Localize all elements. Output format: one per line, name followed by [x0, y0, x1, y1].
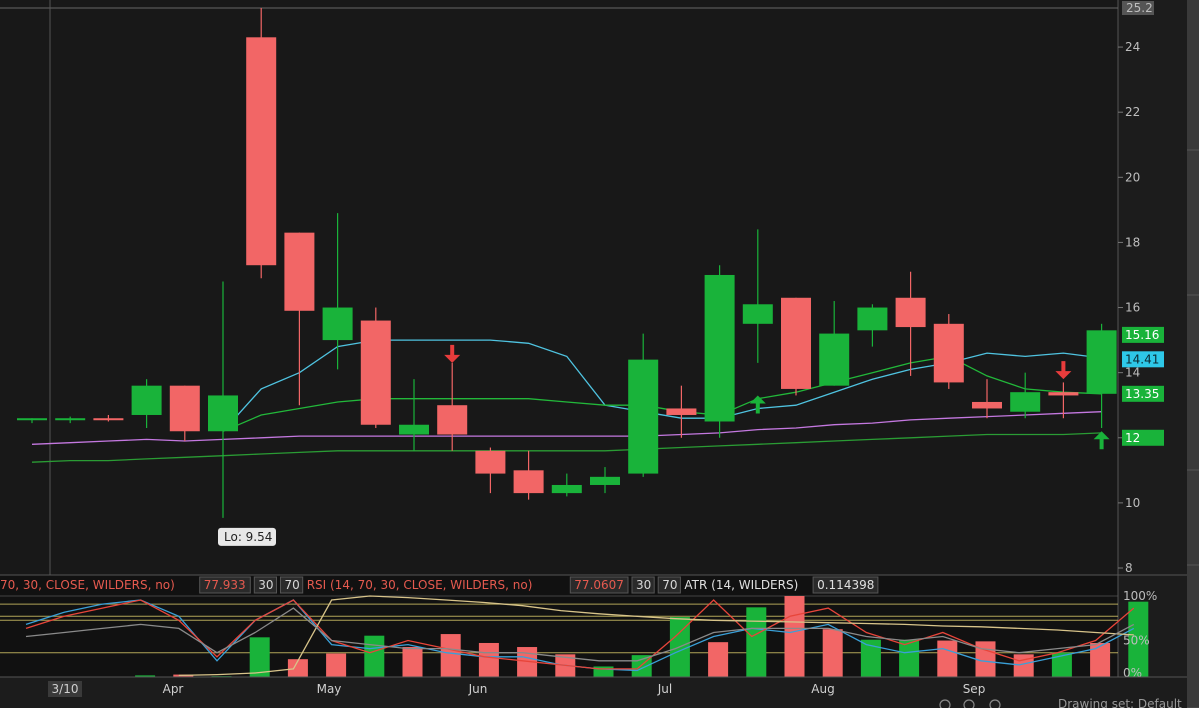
atr-bar [249, 637, 270, 677]
candle-body [246, 37, 277, 266]
atr-bar [402, 647, 423, 677]
price-tick-label: 20 [1125, 170, 1140, 184]
atr-bar [708, 642, 729, 677]
candle-body [399, 424, 429, 435]
top-price-label: 25.2 [1126, 1, 1153, 15]
price-tick-label: 18 [1125, 235, 1140, 249]
month-tick-label: Apr [163, 682, 184, 696]
atr-bar [1090, 642, 1111, 677]
price-tick-label: 24 [1125, 40, 1140, 54]
price-tick-label: 10 [1125, 496, 1140, 510]
candle-body [819, 333, 850, 386]
candle-body [55, 418, 86, 421]
candle-body [513, 470, 544, 494]
month-tick-label: Jun [468, 682, 488, 696]
candle [704, 265, 735, 438]
chart-window: 8 10 12 14 16 18 20 22 24 25.2 Lo: 9.54 15.16 14.41 1… [0, 0, 1199, 708]
candle-body [781, 297, 811, 389]
price-tick-label: 14 [1125, 366, 1140, 380]
candle-body [208, 395, 238, 432]
candle-body [742, 304, 773, 324]
candle-body [1086, 330, 1117, 394]
atr-bar [899, 639, 920, 677]
candle-body [628, 359, 659, 474]
price-tick-label: 8 [1125, 561, 1133, 575]
candle [246, 8, 277, 279]
atr-bar [784, 596, 805, 677]
study-label: 70 [662, 578, 677, 592]
candle-body [322, 307, 353, 341]
candle-body [933, 323, 964, 383]
price-badge-label: 15.16 [1125, 328, 1159, 342]
lower-axis-label: 50% [1123, 634, 1150, 648]
candle-body [895, 297, 926, 328]
study-label: 70 [285, 578, 300, 592]
candle-body [93, 418, 124, 421]
candle-body [551, 484, 582, 494]
month-tick-label: Jul [657, 682, 672, 696]
low-marker-label: Lo: 9.54 [224, 530, 272, 544]
study-label: 70, 30, CLOSE, WILDERS, no) [0, 578, 175, 592]
atr-bar [478, 642, 499, 677]
candle-body [17, 418, 47, 421]
candle-body [704, 274, 735, 422]
price-badge-label: 13.35 [1125, 387, 1159, 401]
atr-bar [364, 635, 385, 677]
study-label: 77.933 [204, 578, 246, 592]
candle-body [169, 385, 200, 432]
study-label: 0.114398 [817, 578, 874, 592]
month-tick-label: Sep [963, 682, 986, 696]
candle [781, 297, 811, 396]
atr-bar [937, 640, 958, 677]
study-label: RSI (14, 70, 30, CLOSE, WILDERS, no) [307, 578, 533, 592]
month-tick-label: May [317, 682, 342, 696]
candle-body [475, 450, 506, 474]
atr-bar [746, 607, 767, 677]
candle [933, 314, 964, 389]
study-label: 77.0607 [574, 578, 624, 592]
candle-body [360, 320, 391, 425]
candle-body [590, 476, 620, 485]
price-tick-label: 16 [1125, 301, 1140, 315]
price-tick-label: 22 [1125, 105, 1140, 119]
price-badge-label: 12 [1125, 431, 1140, 445]
drawing-set-label: Drawing set: Default [1058, 697, 1182, 708]
price-chart[interactable]: 8 10 12 14 16 18 20 22 24 25.2 Lo: 9.54 15.16 14.41 1… [0, 0, 1199, 708]
candle-body [1048, 392, 1079, 396]
candle [360, 307, 391, 428]
right-sidebar [1187, 0, 1199, 708]
candle-body [666, 408, 697, 415]
atr-bar [975, 641, 996, 677]
lower-axis-label: 100% [1123, 589, 1157, 603]
candle-body [131, 385, 162, 415]
candle-body [972, 401, 1002, 409]
month-tick-label: Aug [811, 682, 834, 696]
candle-body [857, 307, 888, 331]
study-label: 30 [636, 578, 651, 592]
study-label: ATR (14, WILDERS) [684, 578, 798, 592]
candle-body [437, 405, 468, 435]
atr-bar [440, 634, 461, 677]
atr-bar [326, 653, 347, 677]
price-badge-label: 14.41 [1125, 352, 1159, 366]
month-tick-label: 3/10 [52, 682, 79, 696]
study-label: 30 [258, 578, 273, 592]
candle-body [284, 232, 315, 311]
atr-bar [822, 629, 843, 677]
candle-body [1010, 392, 1041, 412]
